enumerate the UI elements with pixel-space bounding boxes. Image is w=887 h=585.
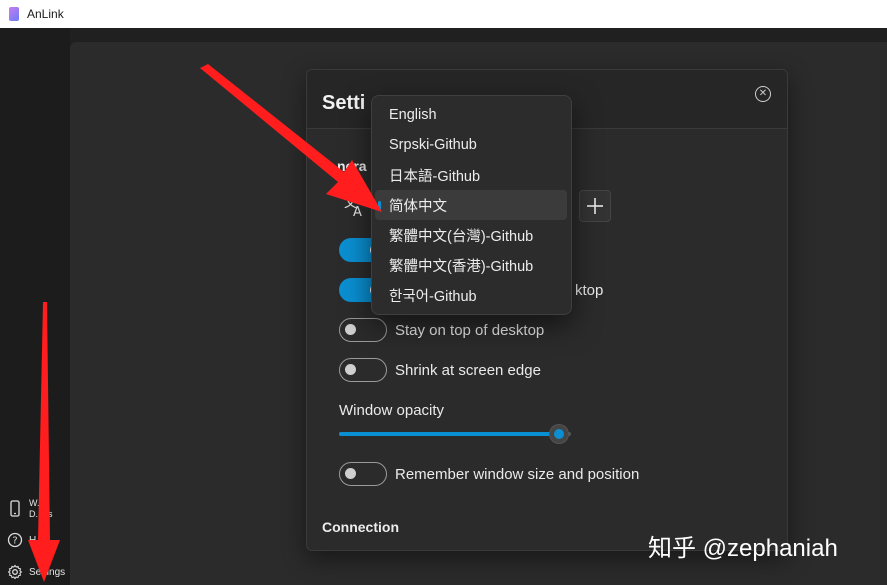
app-title: AnLink — [27, 7, 64, 21]
stay-on-top-label: Stay on top of desktop — [395, 321, 545, 339]
translate-icon: 文 A — [344, 196, 362, 218]
gear-icon — [7, 564, 23, 580]
opacity-slider-fill — [339, 432, 560, 436]
window-opacity-label: Window opacity — [339, 402, 445, 419]
opacity-slider-track[interactable] — [339, 432, 571, 436]
add-language-button[interactable] — [579, 190, 611, 222]
stay-on-top-row: Stay on top of desktop — [339, 318, 544, 342]
language-dropdown: English Srpski-Github 日本語-Github 简体中文 繁體… — [371, 95, 572, 315]
sidebar-item-devices[interactable]: W... D...es — [7, 498, 69, 520]
sidebar-item-label: H... — [29, 534, 45, 546]
toggle-label: ktop — [575, 281, 604, 299]
remember-window-label: Remember window size and position — [395, 465, 640, 483]
language-option[interactable]: Srpski-Github — [375, 130, 567, 160]
shrink-edge-label: Shrink at screen edge — [395, 361, 541, 379]
language-option[interactable]: 繁體中文(台灣)-Github — [375, 220, 567, 250]
watermark-text: 知乎 @zephaniah — [648, 535, 838, 562]
opacity-slider-thumb[interactable] — [550, 425, 569, 443]
help-icon: ? — [7, 532, 23, 548]
language-option[interactable]: 日本語-Github — [375, 160, 567, 190]
stay-on-top-toggle[interactable] — [339, 318, 387, 342]
sidebar-item-help[interactable]: ? H... — [7, 532, 45, 548]
svg-text:A: A — [353, 205, 362, 218]
remember-window-row: Remember window size and position — [339, 462, 639, 486]
shrink-edge-row: Shrink at screen edge — [339, 358, 541, 382]
dialog-title: Setti — [322, 92, 366, 114]
close-button[interactable]: ✕ — [755, 86, 771, 102]
sidebar-item-label: Settings — [29, 566, 66, 578]
language-option[interactable]: 한국어-Github — [375, 280, 567, 310]
svg-text:?: ? — [12, 536, 17, 547]
close-icon: ✕ — [758, 88, 768, 99]
sidebar-item-label: W... D...es — [29, 498, 53, 519]
app-logo-icon — [9, 7, 19, 21]
general-section-title: nera — [337, 158, 367, 174]
connection-section-title: Connection — [322, 519, 399, 535]
remember-window-toggle[interactable] — [339, 462, 387, 486]
title-bar: AnLink — [0, 0, 887, 28]
language-option[interactable]: English — [375, 100, 567, 130]
language-option-selected[interactable]: 简体中文 — [375, 190, 567, 220]
phone-icon — [10, 500, 20, 517]
plus-icon — [587, 198, 603, 214]
shrink-edge-toggle[interactable] — [339, 358, 387, 382]
language-option[interactable]: 繁體中文(香港)-Github — [375, 250, 567, 280]
sidebar-item-settings[interactable]: Settings — [7, 564, 65, 580]
